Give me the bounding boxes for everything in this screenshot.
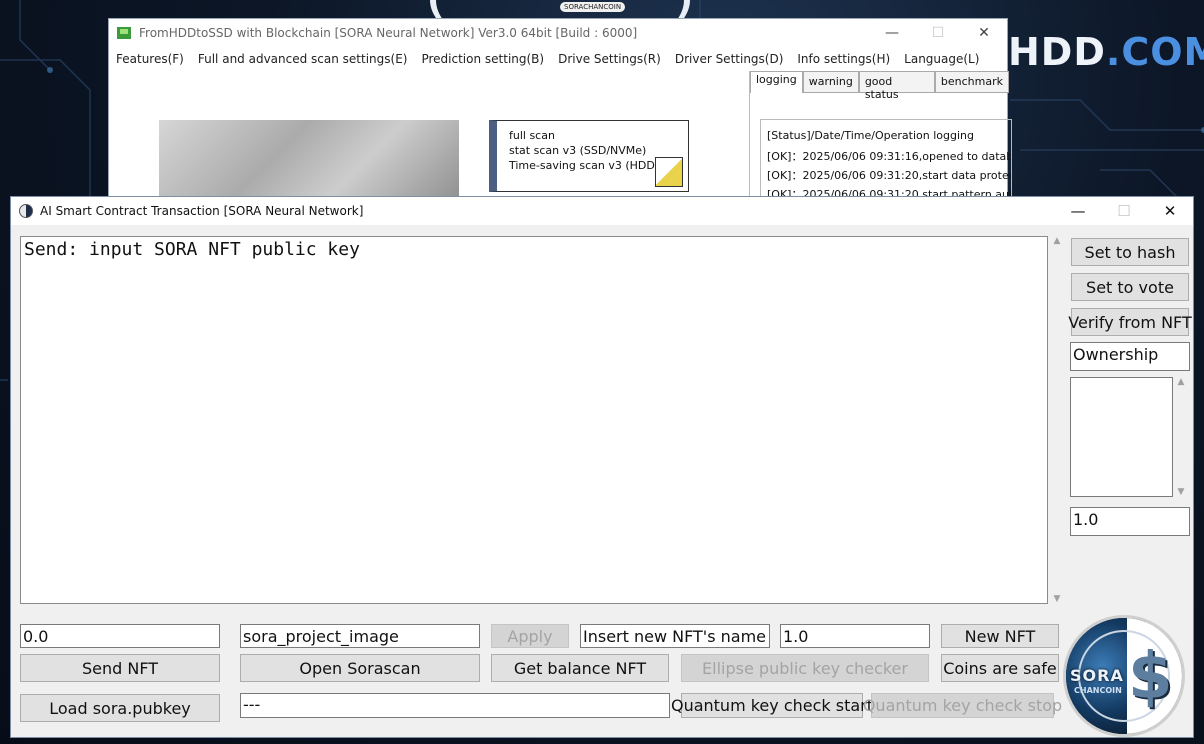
menu-prediction[interactable]: Prediction setting(B) bbox=[421, 52, 544, 66]
scan-corner-icon bbox=[655, 157, 683, 187]
app-icon bbox=[117, 27, 131, 39]
load-pubkey-button[interactable]: Load sora.pubkey bbox=[20, 694, 220, 722]
scroll-down-icon[interactable]: ▼ bbox=[1178, 487, 1185, 497]
menu-drive-settings[interactable]: Drive Settings(R) bbox=[558, 52, 661, 66]
verify-from-nft-button[interactable]: Verify from NFT bbox=[1068, 308, 1192, 336]
transaction-textarea[interactable]: Send: input SORA NFT public key bbox=[20, 236, 1048, 604]
apply-button[interactable]: Apply bbox=[491, 624, 569, 648]
back-window[interactable]: FromHDDtoSSD with Blockchain [SORA Neura… bbox=[108, 18, 1012, 211]
coins-are-safe-button[interactable]: Coins are safe bbox=[941, 654, 1059, 682]
new-nft-button[interactable]: New NFT bbox=[941, 624, 1059, 648]
minimize-icon[interactable]: — bbox=[1055, 197, 1101, 225]
ownership-field[interactable]: Ownership bbox=[1070, 342, 1190, 371]
smart-contract-window[interactable]: AI Smart Contract Transaction [SORA Neur… bbox=[10, 196, 1194, 738]
scroll-up-icon[interactable]: ▲ bbox=[1178, 377, 1185, 387]
scroll-up-icon[interactable]: ▲ bbox=[1054, 236, 1061, 246]
maximize-icon[interactable]: ☐ bbox=[1101, 197, 1147, 225]
sora-app-icon bbox=[19, 204, 33, 218]
new-nft-value-field[interactable]: 1.0 bbox=[780, 624, 930, 648]
background-brand-text: HDD.COM bbox=[1008, 30, 1204, 74]
log-line: [OK]：2025/06/06 09:31:16,opened to datab… bbox=[767, 150, 1012, 163]
textarea-scrollbar[interactable]: ▲ ▼ bbox=[1049, 236, 1065, 604]
close-icon[interactable]: ✕ bbox=[1147, 197, 1193, 225]
log-line: [OK]：2025/06/06 09:31:20,start data prot… bbox=[767, 169, 1012, 182]
get-balance-nft-button[interactable]: Get balance NFT bbox=[491, 654, 669, 682]
menu-language[interactable]: Language(L) bbox=[904, 52, 979, 66]
nft-name-field[interactable]: sora_project_image bbox=[240, 624, 480, 648]
dollar-icon: $ bbox=[1128, 640, 1173, 714]
front-window-title: AI Smart Contract Transaction [SORA Neur… bbox=[40, 204, 364, 218]
set-to-hash-button[interactable]: Set to hash bbox=[1071, 238, 1189, 266]
amount-field[interactable]: 0.0 bbox=[20, 624, 220, 648]
drive-photo bbox=[159, 120, 459, 200]
back-window-titlebar[interactable]: FromHDDtoSSD with Blockchain [SORA Neura… bbox=[109, 19, 1007, 47]
ownership-list-scrollbar[interactable]: ▲ ▼ bbox=[1173, 377, 1189, 497]
menu-features[interactable]: Features(F) bbox=[116, 52, 184, 66]
menu-scan-settings[interactable]: Full and advanced scan settings(E) bbox=[198, 52, 408, 66]
log-header: [Status]/Date/Time/Operation logging bbox=[767, 129, 974, 142]
menu-info-settings[interactable]: Info settings(H) bbox=[797, 52, 890, 66]
front-window-titlebar[interactable]: AI Smart Contract Transaction [SORA Neur… bbox=[11, 197, 1193, 225]
logo-sora-text: SORA bbox=[1070, 666, 1124, 685]
log-tab-panel: logging warning good status benchmark [S… bbox=[749, 71, 1012, 211]
scan-option-stat[interactable]: stat scan v3 (SSD/NVMe) bbox=[509, 143, 688, 158]
minimize-icon[interactable]: — bbox=[869, 19, 915, 47]
close-icon[interactable]: ✕ bbox=[961, 19, 1007, 47]
send-nft-button[interactable]: Send NFT bbox=[20, 654, 220, 682]
open-sorascan-button[interactable]: Open Sorascan bbox=[240, 654, 480, 682]
quantum-check-start-button[interactable]: Quantum key check start bbox=[671, 693, 873, 718]
scroll-down-icon[interactable]: ▼ bbox=[1054, 594, 1061, 604]
quantum-check-stop-button[interactable]: Quantum key check stop bbox=[863, 693, 1062, 718]
logo-chancoin-text: CHANCOIN bbox=[1074, 686, 1122, 695]
tab-benchmark[interactable]: benchmark bbox=[934, 71, 1009, 93]
tab-logging[interactable]: logging bbox=[750, 71, 803, 93]
ownership-list[interactable] bbox=[1070, 377, 1173, 497]
tab-warning[interactable]: warning bbox=[802, 71, 859, 93]
new-nft-name-field[interactable]: Insert new NFT's name bbox=[580, 624, 770, 648]
status-field[interactable]: --- bbox=[240, 693, 670, 718]
sora-chancoin-logo: SORA CHANCOIN $ bbox=[1063, 615, 1185, 737]
back-window-title: FromHDDtoSSD with Blockchain [SORA Neura… bbox=[139, 26, 638, 40]
tab-good-status[interactable]: good status bbox=[858, 71, 935, 101]
maximize-icon[interactable]: ☐ bbox=[915, 19, 961, 47]
scan-options-box[interactable]: full scan stat scan v3 (SSD/NVMe) Time-s… bbox=[489, 120, 689, 192]
set-to-vote-button[interactable]: Set to vote bbox=[1071, 273, 1189, 301]
menu-driver-settings[interactable]: Driver Settings(D) bbox=[675, 52, 784, 66]
back-window-menubar: Features(F) Full and advanced scan setti… bbox=[109, 47, 1007, 71]
ellipse-key-checker-button[interactable]: Ellipse public key checker bbox=[681, 654, 929, 682]
scan-option-full[interactable]: full scan bbox=[509, 128, 688, 143]
background-coin-badge: SORACHANCOIN bbox=[560, 2, 626, 12]
side-value-field[interactable]: 1.0 bbox=[1070, 507, 1190, 536]
